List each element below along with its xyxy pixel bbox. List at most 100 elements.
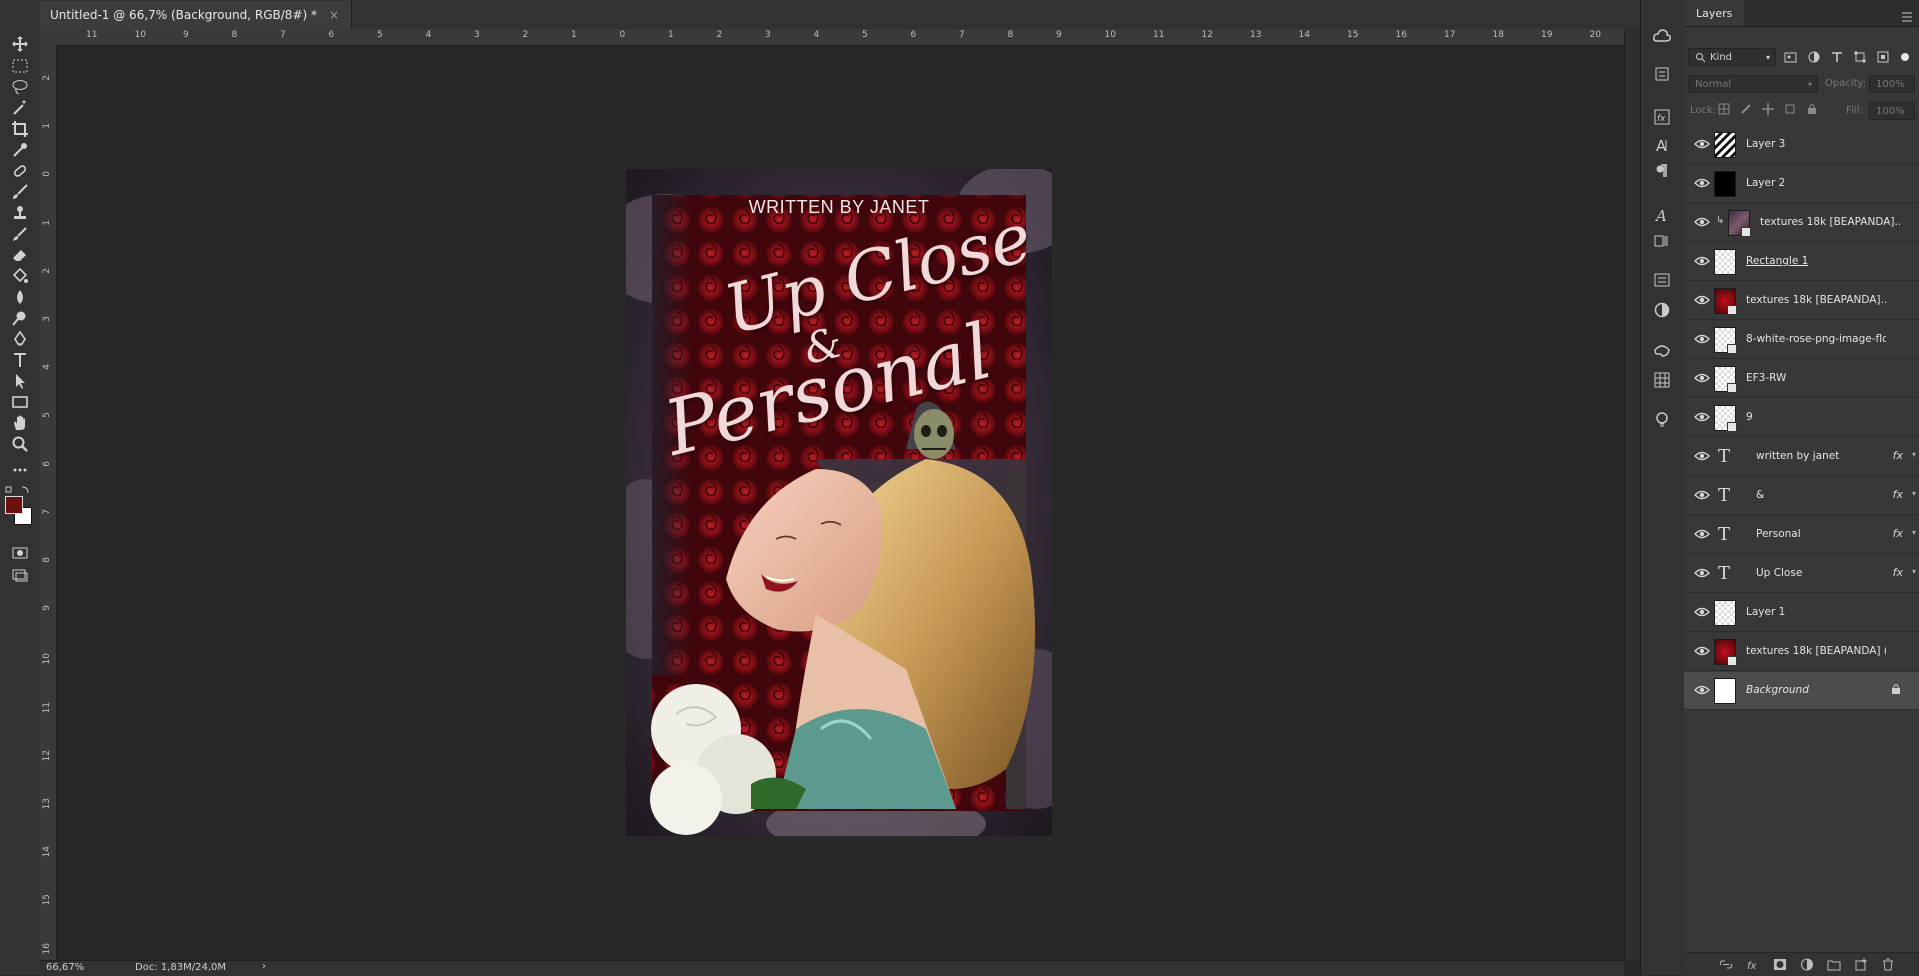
glyphs-icon[interactable]: A	[1652, 205, 1672, 225]
layer-row[interactable]: Layer 2	[1684, 165, 1919, 203]
layer-filter-select[interactable]: Kind ▾	[1688, 48, 1776, 66]
visibility-eye-icon[interactable]	[1694, 645, 1710, 657]
lasso-tool-icon[interactable]	[8, 76, 32, 98]
fill-field[interactable]: 100%	[1869, 102, 1915, 120]
layer-name[interactable]: Layer 1	[1746, 606, 1785, 618]
swatches-icon[interactable]	[1652, 340, 1672, 360]
learn-icon[interactable]	[1652, 410, 1672, 430]
link-layers-icon[interactable]	[1719, 958, 1733, 971]
visibility-eye-icon[interactable]	[1694, 333, 1710, 345]
layer-name[interactable]: Layer 2	[1746, 177, 1785, 189]
layer-name[interactable]: &	[1756, 489, 1764, 501]
styles-icon[interactable]: fx	[1652, 107, 1672, 127]
visibility-eye-icon[interactable]	[1694, 606, 1710, 618]
clone-stamp-icon[interactable]	[8, 202, 32, 224]
layer-effects-icon[interactable]: fx	[1893, 449, 1903, 462]
layer-row[interactable]: T Up Close fx ▾	[1684, 555, 1919, 593]
grid-icon[interactable]	[1652, 370, 1672, 390]
close-tab-icon[interactable]: ×	[329, 8, 339, 22]
filter-pixel-icon[interactable]	[1784, 52, 1797, 63]
document-tab[interactable]: Untitled-1 @ 66,7% (Background, RGB/8#) …	[40, 1, 353, 29]
expand-effects-icon[interactable]: ▾	[1912, 567, 1916, 576]
delete-layer-icon[interactable]	[1881, 958, 1895, 971]
tab-layers[interactable]: Layers	[1684, 0, 1745, 26]
paint-bucket-icon[interactable]	[8, 265, 32, 287]
layer-effects-icon[interactable]: fx	[1893, 566, 1903, 579]
brush-icon[interactable]	[8, 181, 32, 203]
book-cover-artwork[interactable]: WRITTEN BY JANET Up Close & Personal	[626, 169, 1052, 836]
filter-shape-icon[interactable]	[1854, 51, 1866, 63]
blur-tool-icon[interactable]	[8, 286, 32, 308]
dodge-tool-icon[interactable]	[8, 307, 32, 329]
layer-row[interactable]: Rectangle 1	[1684, 243, 1919, 281]
visibility-eye-icon[interactable]	[1694, 216, 1710, 228]
layer-row[interactable]: Layer 3	[1684, 126, 1919, 164]
screen-mode-icon[interactable]	[8, 564, 32, 586]
layer-lock-icon[interactable]	[1891, 683, 1901, 695]
character-icon[interactable]: A	[1652, 135, 1672, 155]
filter-adjustment-icon[interactable]	[1808, 51, 1820, 63]
layer-row[interactable]: Background	[1684, 672, 1919, 710]
add-layer-style-icon[interactable]: fx	[1746, 958, 1760, 971]
filter-smart-object-icon[interactable]	[1877, 51, 1889, 63]
lock-transparent-icon[interactable]	[1718, 103, 1730, 115]
layer-row[interactable]: ↳ textures 18k [BEAPANDA]...	[1684, 204, 1919, 242]
blend-mode-select[interactable]: Normal ▾	[1688, 75, 1818, 93]
visibility-eye-icon[interactable]	[1694, 567, 1710, 579]
visibility-eye-icon[interactable]	[1694, 177, 1710, 189]
visibility-eye-icon[interactable]	[1694, 138, 1710, 150]
healing-brush-icon[interactable]	[8, 160, 32, 182]
canvas-vertical-scrollbar[interactable]	[1624, 29, 1641, 960]
expand-effects-icon[interactable]: ▾	[1912, 528, 1916, 537]
zoom-tool-icon[interactable]	[8, 433, 32, 455]
layer-row[interactable]: 8-white-rose-png-image-flow...	[1684, 321, 1919, 359]
layer-name[interactable]: Personal	[1756, 528, 1801, 540]
visibility-eye-icon[interactable]	[1694, 294, 1710, 306]
marquee-tool-icon[interactable]	[8, 55, 32, 77]
layer-effects-icon[interactable]: fx	[1893, 527, 1903, 540]
libraries-icon[interactable]	[1652, 26, 1672, 46]
layer-name[interactable]: written by janet	[1756, 450, 1839, 462]
path-selection-icon[interactable]	[8, 370, 32, 392]
lock-all-icon[interactable]	[1806, 103, 1818, 115]
new-layer-icon[interactable]	[1854, 958, 1868, 971]
layer-row[interactable]: 9	[1684, 399, 1919, 437]
expand-effects-icon[interactable]: ▾	[1912, 450, 1916, 459]
foreground-color-swatch[interactable]	[5, 496, 23, 514]
new-group-icon[interactable]	[1827, 958, 1841, 971]
move-tool-icon[interactable]	[8, 33, 32, 55]
history-brush-icon[interactable]	[8, 223, 32, 245]
hand-tool-icon[interactable]	[8, 412, 32, 434]
layer-row[interactable]: EF3-RW	[1684, 360, 1919, 398]
layer-row[interactable]: Twritten by janet fx ▾	[1684, 438, 1919, 476]
paragraph-icon[interactable]	[1652, 161, 1672, 181]
layer-name[interactable]: Layer 3	[1746, 138, 1785, 150]
add-mask-icon[interactable]	[1773, 958, 1787, 971]
new-adjustment-layer-icon[interactable]	[1800, 958, 1814, 971]
visibility-eye-icon[interactable]	[1694, 684, 1710, 696]
pen-tool-icon[interactable]	[8, 328, 32, 350]
layer-name[interactable]: 9	[1746, 411, 1753, 423]
quick-mask-icon[interactable]	[8, 542, 32, 564]
layer-row[interactable]: textures 18k [BEAPANDA]...	[1684, 282, 1919, 320]
visibility-eye-icon[interactable]	[1694, 255, 1710, 267]
filter-toggle-icon[interactable]	[1900, 52, 1910, 62]
panel-menu-icon[interactable]	[1901, 7, 1913, 26]
magic-wand-icon[interactable]	[8, 97, 32, 119]
status-menu-arrow[interactable]: ›	[262, 961, 266, 972]
adjustments-icon[interactable]	[1652, 300, 1672, 320]
filter-type-icon[interactable]	[1831, 51, 1843, 63]
eraser-icon[interactable]	[8, 244, 32, 266]
expand-effects-icon[interactable]: ▾	[1912, 489, 1916, 498]
layer-row[interactable]: textures 18k [BEAPANDA] (2...	[1684, 633, 1919, 671]
layer-name[interactable]: textures 18k [BEAPANDA]...	[1760, 216, 1900, 228]
opacity-field[interactable]: 100%	[1869, 75, 1915, 93]
layer-row[interactable]: Layer 1	[1684, 594, 1919, 632]
visibility-eye-icon[interactable]	[1694, 372, 1710, 384]
visibility-eye-icon[interactable]	[1694, 411, 1710, 423]
layer-name[interactable]: Rectangle 1	[1746, 255, 1808, 267]
swap-colors-icon[interactable]	[4, 480, 34, 494]
layer-name[interactable]: textures 18k [BEAPANDA] (2...	[1746, 645, 1886, 657]
adjustments-history-icon[interactable]	[1652, 64, 1672, 84]
visibility-eye-icon[interactable]	[1694, 450, 1710, 462]
